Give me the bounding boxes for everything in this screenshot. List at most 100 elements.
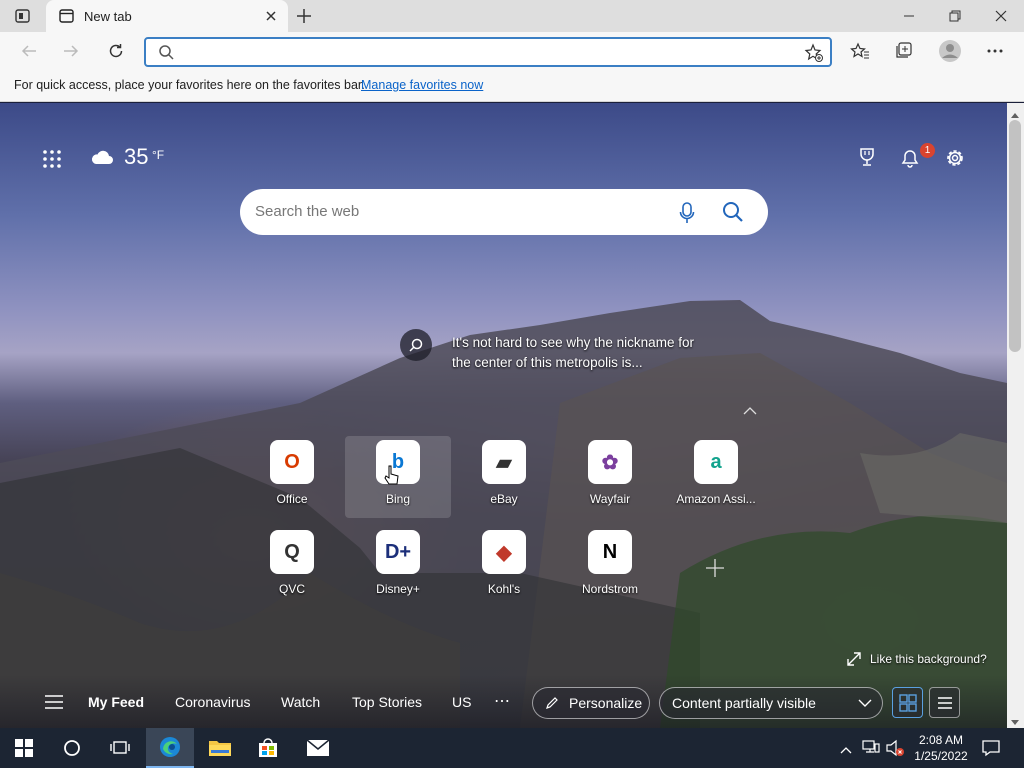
volume-muted-icon[interactable] bbox=[885, 739, 905, 762]
weather-unit[interactable]: °F bbox=[152, 148, 164, 162]
new-tab-plus-icon[interactable] bbox=[294, 6, 314, 31]
windows-start-icon[interactable] bbox=[0, 728, 48, 768]
personalize-label: Personalize bbox=[569, 695, 643, 711]
collapse-chevron-up-icon[interactable] bbox=[742, 403, 758, 421]
image-caption-line1[interactable]: It's not hard to see why the nickname fo… bbox=[452, 335, 694, 350]
clock-time: 2:08 AM bbox=[918, 733, 964, 747]
file-explorer-folder-icon[interactable] bbox=[196, 728, 244, 768]
close-window-icon[interactable] bbox=[978, 0, 1024, 32]
quick-link-label: Disney+ bbox=[376, 582, 420, 596]
grid-view-icon bbox=[898, 693, 917, 712]
favorites-bar-message: For quick access, place your favorites h… bbox=[14, 78, 365, 92]
quick-link-kohl-s-icon: ◆ bbox=[482, 530, 526, 574]
like-background-link[interactable]: Like this background? bbox=[870, 652, 987, 666]
microsoft-store-icon[interactable] bbox=[244, 728, 292, 768]
favorites-icon[interactable] bbox=[845, 36, 875, 66]
feed-tab-watch[interactable]: Watch bbox=[281, 694, 320, 710]
image-info-search-icon[interactable] bbox=[400, 329, 432, 361]
microphone-icon[interactable] bbox=[679, 202, 695, 229]
quick-link-ebay-icon: ▰ bbox=[482, 440, 526, 484]
quick-link-label: Bing bbox=[385, 492, 411, 506]
personalize-button[interactable]: Personalize bbox=[532, 687, 650, 719]
feed-navigation: My Feed Coronavirus Watch Top Stories US… bbox=[0, 691, 530, 714]
quick-link-disney[interactable]: D+ Disney+ bbox=[354, 530, 442, 620]
network-icon[interactable] bbox=[862, 739, 880, 760]
refresh-icon[interactable] bbox=[101, 36, 131, 66]
content-visibility-dropdown[interactable]: Content partially visible bbox=[659, 687, 883, 719]
notification-count-badge: 1 bbox=[920, 143, 935, 158]
content-visibility-value: Content partially visible bbox=[672, 695, 816, 711]
pencil-icon bbox=[546, 697, 558, 709]
quick-link-label: Wayfair bbox=[589, 492, 631, 506]
favorites-bar: For quick access, place your favorites h… bbox=[0, 70, 1024, 102]
quick-link-label: Amazon Assi... bbox=[676, 492, 756, 506]
add-favorite-star-icon[interactable] bbox=[804, 43, 824, 68]
edge-browser-taskbar-icon[interactable] bbox=[146, 728, 194, 768]
quick-link-qvc-icon: Q bbox=[270, 530, 314, 574]
tab-new-tab[interactable]: New tab bbox=[46, 0, 288, 33]
weather-temperature[interactable]: 35 bbox=[124, 144, 148, 170]
task-view-icon[interactable] bbox=[96, 728, 144, 768]
tab-title: New tab bbox=[84, 9, 132, 24]
quick-link-label: Office bbox=[276, 492, 308, 506]
list-view-icon bbox=[937, 696, 952, 709]
quick-link-label: Kohl's bbox=[487, 582, 521, 596]
quick-link-nordstrom-icon: N bbox=[588, 530, 632, 574]
quick-link-wayfair-icon: ✿ bbox=[588, 440, 632, 484]
cortana-search-icon[interactable] bbox=[48, 728, 96, 768]
grid-layout-button[interactable] bbox=[892, 687, 923, 718]
tab-actions-icon[interactable] bbox=[14, 8, 32, 24]
notifications-bell-icon[interactable] bbox=[899, 147, 921, 174]
web-search-box[interactable]: Search the web bbox=[240, 189, 768, 235]
feed-tab-us[interactable]: US bbox=[452, 694, 471, 710]
restore-icon[interactable] bbox=[932, 0, 978, 32]
mail-envelope-icon[interactable] bbox=[294, 728, 342, 768]
feed-tab-my-feed[interactable]: My Feed bbox=[88, 694, 144, 710]
close-tab-icon[interactable] bbox=[264, 9, 278, 28]
address-bar[interactable] bbox=[144, 37, 832, 67]
quick-link-label: QVC bbox=[278, 582, 305, 596]
quick-link-label: eBay bbox=[490, 492, 518, 506]
search-icon bbox=[158, 44, 174, 65]
manage-favorites-link[interactable]: Manage favorites now bbox=[361, 78, 483, 92]
action-center-notification-icon[interactable] bbox=[982, 739, 1000, 762]
quick-link-label: Nordstrom bbox=[581, 582, 638, 596]
quick-link-disney-icon: D+ bbox=[376, 530, 420, 574]
mouse-pointer-icon bbox=[384, 465, 400, 492]
quick-link-amazon-assi[interactable]: a Amazon Assi... bbox=[672, 440, 760, 530]
clock-date: 1/25/2022 bbox=[914, 749, 968, 763]
feed-tab-top-stories[interactable]: Top Stories bbox=[352, 694, 422, 710]
collections-icon[interactable] bbox=[890, 36, 920, 66]
quick-link-nordstrom[interactable]: N Nordstrom bbox=[566, 530, 654, 620]
list-layout-button[interactable] bbox=[929, 687, 960, 718]
back-arrow-icon[interactable] bbox=[14, 36, 44, 66]
new-tab-background: 35 °F 1 Search the web It's not hard to … bbox=[0, 103, 1007, 728]
add-shortcut-plus-icon[interactable] bbox=[704, 557, 726, 584]
system-clock[interactable]: 2:08 AM 1/25/2022 bbox=[908, 732, 974, 764]
new-tab-page-icon bbox=[59, 9, 74, 28]
expand-arrows-icon[interactable] bbox=[846, 651, 862, 672]
feed-tab-coronavirus[interactable]: Coronavirus bbox=[175, 694, 250, 710]
scrollbar-thumb[interactable] bbox=[1009, 120, 1021, 352]
quick-link-office-icon: O bbox=[270, 440, 314, 484]
apps-launcher-icon[interactable] bbox=[42, 149, 62, 174]
quick-link-kohl-s[interactable]: ◆ Kohl's bbox=[460, 530, 548, 620]
settings-gear-icon[interactable] bbox=[944, 147, 966, 174]
quick-link-ebay[interactable]: ▰ eBay bbox=[460, 440, 548, 530]
show-hidden-icons-chevron-icon[interactable] bbox=[840, 741, 852, 759]
search-submit-icon[interactable] bbox=[722, 201, 744, 228]
quick-link-qvc[interactable]: Q QVC bbox=[248, 530, 336, 620]
profile-avatar-icon[interactable] bbox=[935, 36, 965, 66]
more-menu-icon[interactable] bbox=[980, 36, 1010, 66]
cloud-weather-icon[interactable] bbox=[90, 148, 114, 171]
minimize-icon[interactable] bbox=[886, 0, 932, 32]
quick-link-wayfair[interactable]: ✿ Wayfair bbox=[566, 440, 654, 530]
rewards-trophy-icon[interactable] bbox=[856, 146, 878, 173]
quick-link-office[interactable]: O Office bbox=[248, 440, 336, 530]
image-caption-line2[interactable]: the center of this metropolis is... bbox=[452, 355, 643, 370]
quick-link-amazon-assi-icon: a bbox=[694, 440, 738, 484]
search-input[interactable]: Search the web bbox=[255, 203, 359, 220]
chevron-down-icon bbox=[858, 699, 872, 707]
feed-more-ellipsis-icon[interactable]: ⋯ bbox=[494, 691, 511, 711]
forward-arrow-icon[interactable] bbox=[56, 36, 86, 66]
